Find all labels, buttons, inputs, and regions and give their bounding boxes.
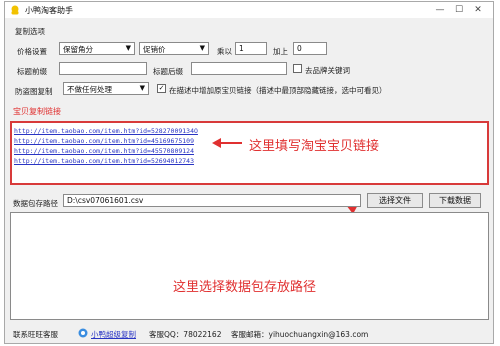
data-path-input[interactable]: D:\csv07061601.csv <box>63 194 361 207</box>
contact-label: 联系旺旺客服 <box>13 330 58 339</box>
data-path-label: 数据包存路径 <box>13 199 58 208</box>
log-output-area[interactable] <box>10 212 489 320</box>
link-hint-arrowhead <box>212 138 221 148</box>
download-data-button[interactable]: 下载数据 <box>429 193 481 208</box>
link-hint-text: 这里填写淘宝宝贝链接 <box>249 139 380 154</box>
path-hint-text: 这里选择数据包存放路径 <box>173 280 317 295</box>
email-label: 客服邮箱：yihuochuangxin@163.com <box>231 330 369 339</box>
wangwang-link[interactable]: 小鸭超级复制 <box>91 329 136 340</box>
qq-label: 客服QQ：78022162 <box>149 330 222 339</box>
app-window: 小鸭淘客助手 — ☐ ✕ 复制选项 价格设置 保留角分 ▼ 促销价 ▼ 乘以 1… <box>4 1 494 344</box>
wangwang-icon <box>78 328 88 338</box>
select-file-button[interactable]: 选择文件 <box>367 193 423 208</box>
